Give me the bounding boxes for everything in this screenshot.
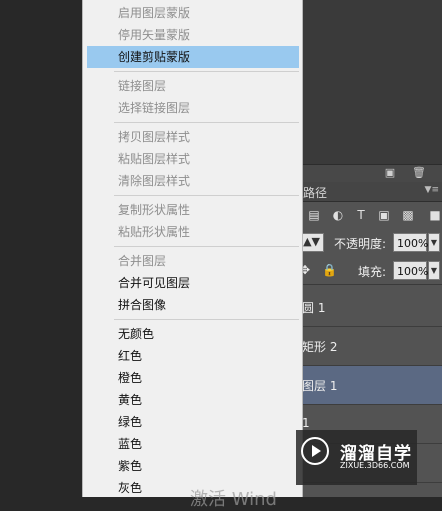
- menu-item-disable-vector-mask[interactable]: 停用矢量蒙版: [87, 24, 299, 46]
- new-layer-icon[interactable]: ▣: [384, 167, 396, 179]
- menu-item-select-linked-layers[interactable]: 选择链接图层: [87, 97, 299, 119]
- layer-row-selected[interactable]: 图层 1: [300, 366, 442, 405]
- layer-filter-row: ▤ ◐ T ▣ ▩ ■: [300, 202, 442, 228]
- menu-item-create-clipping-mask[interactable]: 创建剪贴蒙版: [87, 46, 299, 68]
- menu-separator: [114, 71, 299, 72]
- menu-item-copy-layer-style[interactable]: 拷贝图层样式: [87, 126, 299, 148]
- opacity-label: 不透明度:: [334, 237, 387, 251]
- trash-icon[interactable]: 🗑: [412, 167, 426, 179]
- watermark-logo: 溜溜自学 ZIXUE.3D66.COM: [296, 430, 417, 485]
- menu-item-merge-visible[interactable]: 合并可见图层: [87, 272, 299, 294]
- menu-separator: [114, 319, 299, 320]
- layer-name: 1: [302, 416, 310, 430]
- layer-name: 矩形 2: [302, 340, 338, 354]
- shape-filter-icon[interactable]: ▣: [377, 208, 391, 222]
- watermark-subtitle: ZIXUE.3D66.COM: [340, 461, 410, 470]
- activate-windows-text: 激活 Wind: [190, 489, 277, 510]
- menu-separator: [114, 122, 299, 123]
- image-filter-icon[interactable]: ▤: [307, 208, 321, 222]
- context-menu: 启用图层蒙版 停用矢量蒙版 创建剪贴蒙版 链接图层 选择链接图层 拷贝图层样式 …: [82, 0, 303, 497]
- fill-dropdown-icon[interactable]: ▼: [428, 261, 440, 280]
- opacity-row: ▲▼ 不透明度: 100% ▼: [300, 230, 442, 256]
- fill-label: 填充:: [358, 265, 387, 279]
- layers-panel: ▣ 🗑 路径 ▼≡ ▤ ◐ T ▣ ▩ ■ ▲▼ 不透明度: 100% ▼ ✥ …: [300, 0, 442, 497]
- menu-item-red[interactable]: 红色: [87, 345, 299, 367]
- layer-row[interactable]: 圆 1: [300, 288, 442, 327]
- panel-tabs: 路径 ▼≡: [300, 182, 442, 202]
- panel-footer: ▣ 🗑: [300, 164, 442, 182]
- menu-item-orange[interactable]: 橙色: [87, 367, 299, 389]
- panel-empty-area: [300, 0, 442, 164]
- menu-separator: [114, 246, 299, 247]
- lock-all-icon[interactable]: 🔒: [322, 263, 337, 277]
- menu-item-no-color[interactable]: 无颜色: [87, 323, 299, 345]
- menu-item-link-layers[interactable]: 链接图层: [87, 75, 299, 97]
- layer-name: 圆 1: [302, 301, 326, 315]
- menu-item-yellow[interactable]: 黄色: [87, 389, 299, 411]
- canvas-background: [0, 0, 82, 497]
- menu-item-paste-layer-style[interactable]: 粘贴图层样式: [87, 148, 299, 170]
- layer-row[interactable]: 矩形 2: [300, 327, 442, 366]
- menu-item-flatten-image[interactable]: 拼合图像: [87, 294, 299, 316]
- play-icon: [301, 437, 329, 465]
- opacity-dropdown-icon[interactable]: ▼: [428, 233, 440, 252]
- filter-toggle-icon[interactable]: ■: [428, 208, 442, 222]
- blend-mode-select[interactable]: ▲▼: [300, 233, 324, 252]
- menu-item-paste-shape-attributes[interactable]: 粘贴形状属性: [87, 221, 299, 243]
- tab-paths[interactable]: 路径: [303, 184, 327, 201]
- fill-input[interactable]: 100%: [393, 261, 428, 280]
- menu-item-enable-layer-mask[interactable]: 启用图层蒙版: [87, 2, 299, 24]
- menu-item-green[interactable]: 绿色: [87, 411, 299, 433]
- menu-item-violet[interactable]: 紫色: [87, 455, 299, 477]
- menu-separator: [114, 195, 299, 196]
- text-filter-icon[interactable]: T: [354, 208, 368, 222]
- lock-row: ✥ 🔒 填充: 100% ▼: [300, 258, 442, 285]
- menu-item-clear-layer-style[interactable]: 清除图层样式: [87, 170, 299, 192]
- layer-name: 图层 1: [302, 379, 338, 393]
- opacity-input[interactable]: 100%: [393, 233, 428, 252]
- panel-menu-icon[interactable]: ▼≡: [425, 185, 439, 195]
- adjustment-filter-icon[interactable]: ◐: [331, 208, 345, 222]
- menu-item-merge-layers[interactable]: 合并图层: [87, 250, 299, 272]
- menu-item-copy-shape-attributes[interactable]: 复制形状属性: [87, 199, 299, 221]
- smart-object-filter-icon[interactable]: ▩: [401, 208, 415, 222]
- menu-item-blue[interactable]: 蓝色: [87, 433, 299, 455]
